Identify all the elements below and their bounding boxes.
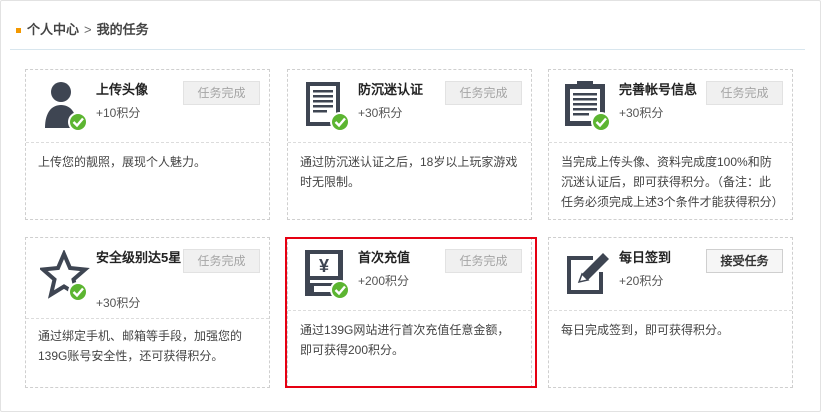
card-divider xyxy=(26,318,269,319)
anti-addiction-document-icon xyxy=(302,80,354,132)
breadcrumb-current: 我的任务 xyxy=(96,22,149,37)
task-points: +30积分 xyxy=(619,106,664,120)
task-title: 每日签到 xyxy=(619,250,672,265)
avatar-user-icon xyxy=(40,80,92,132)
task-points: +30积分 xyxy=(96,296,141,310)
task-description: 当完成上传头像、资料完成度100%和防沉迷认证后，即可获得积分。（备注：此任务必… xyxy=(561,155,784,209)
task-description: 通过139G网站进行首次充值任意金额，即可获得200积分。 xyxy=(300,323,510,357)
card-divider xyxy=(549,310,792,311)
card-divider xyxy=(26,142,269,143)
recharge-atm-yen-icon: ¥ xyxy=(302,248,354,300)
task-description: 每日完成签到，即可获得积分。 xyxy=(561,323,730,337)
task-description: 上传您的靓照，展现个人魅力。 xyxy=(38,155,207,169)
task-card-security-5-star: 安全级别达5星 +30积分 任务完成 通过绑定手机、邮箱等手段，加强您的139G… xyxy=(25,237,270,388)
task-card-complete-account-info: 完善帐号信息 +30积分 任务完成 当完成上传头像、资料完成度100%和防沉迷认… xyxy=(548,69,793,220)
header-divider xyxy=(10,49,805,50)
breadcrumb-separator: > xyxy=(84,22,92,37)
task-completed-button[interactable]: 任务完成 xyxy=(445,81,522,105)
card-divider xyxy=(288,142,531,143)
account-info-clipboard-icon xyxy=(563,80,615,132)
task-points: +20积分 xyxy=(619,274,664,288)
task-completed-button[interactable]: 任务完成 xyxy=(183,249,260,273)
card-divider xyxy=(549,142,792,143)
task-completed-button[interactable]: 任务完成 xyxy=(183,81,260,105)
breadcrumb: 个人中心 > 我的任务 xyxy=(16,20,149,40)
task-title: 上传头像 xyxy=(96,82,149,97)
task-title: 安全级别达5星 xyxy=(96,250,182,265)
task-description: 通过防沉迷认证之后，18岁以上玩家游戏时无限制。 xyxy=(300,155,518,189)
task-points: +30积分 xyxy=(358,106,403,120)
task-completed-button[interactable]: 任务完成 xyxy=(445,249,522,273)
task-card-upload-avatar: 上传头像 +10积分 任务完成 上传您的靓照，展现个人魅力。 xyxy=(25,69,270,220)
daily-signin-pen-icon xyxy=(563,248,615,300)
task-title: 首次充值 xyxy=(358,250,411,265)
task-card-first-recharge: ¥ 首次充值 +200积分 任务完成 通过139G网站进行首次充值任意金额，即可… xyxy=(287,237,532,388)
breadcrumb-marker xyxy=(16,27,21,33)
accept-task-button[interactable]: 接受任务 xyxy=(706,249,783,273)
task-completed-button[interactable]: 任务完成 xyxy=(706,81,783,105)
task-title: 防沉迷认证 xyxy=(358,82,424,97)
task-card-anti-addiction: 防沉迷认证 +30积分 任务完成 通过防沉迷认证之后，18岁以上玩家游戏时无限制… xyxy=(287,69,532,220)
card-divider xyxy=(288,310,531,311)
security-star-icon xyxy=(40,250,92,302)
task-card-daily-signin: 每日签到 +20积分 接受任务 每日完成签到，即可获得积分。 xyxy=(548,237,793,388)
task-title: 完善帐号信息 xyxy=(619,82,698,97)
task-points: +10积分 xyxy=(96,106,141,120)
breadcrumb-parent[interactable]: 个人中心 xyxy=(27,20,79,40)
task-description: 通过绑定手机、邮箱等手段，加强您的139G账号安全性，还可获得积分。 xyxy=(38,329,243,363)
task-points: +200积分 xyxy=(358,274,410,288)
svg-text:¥: ¥ xyxy=(319,256,329,276)
